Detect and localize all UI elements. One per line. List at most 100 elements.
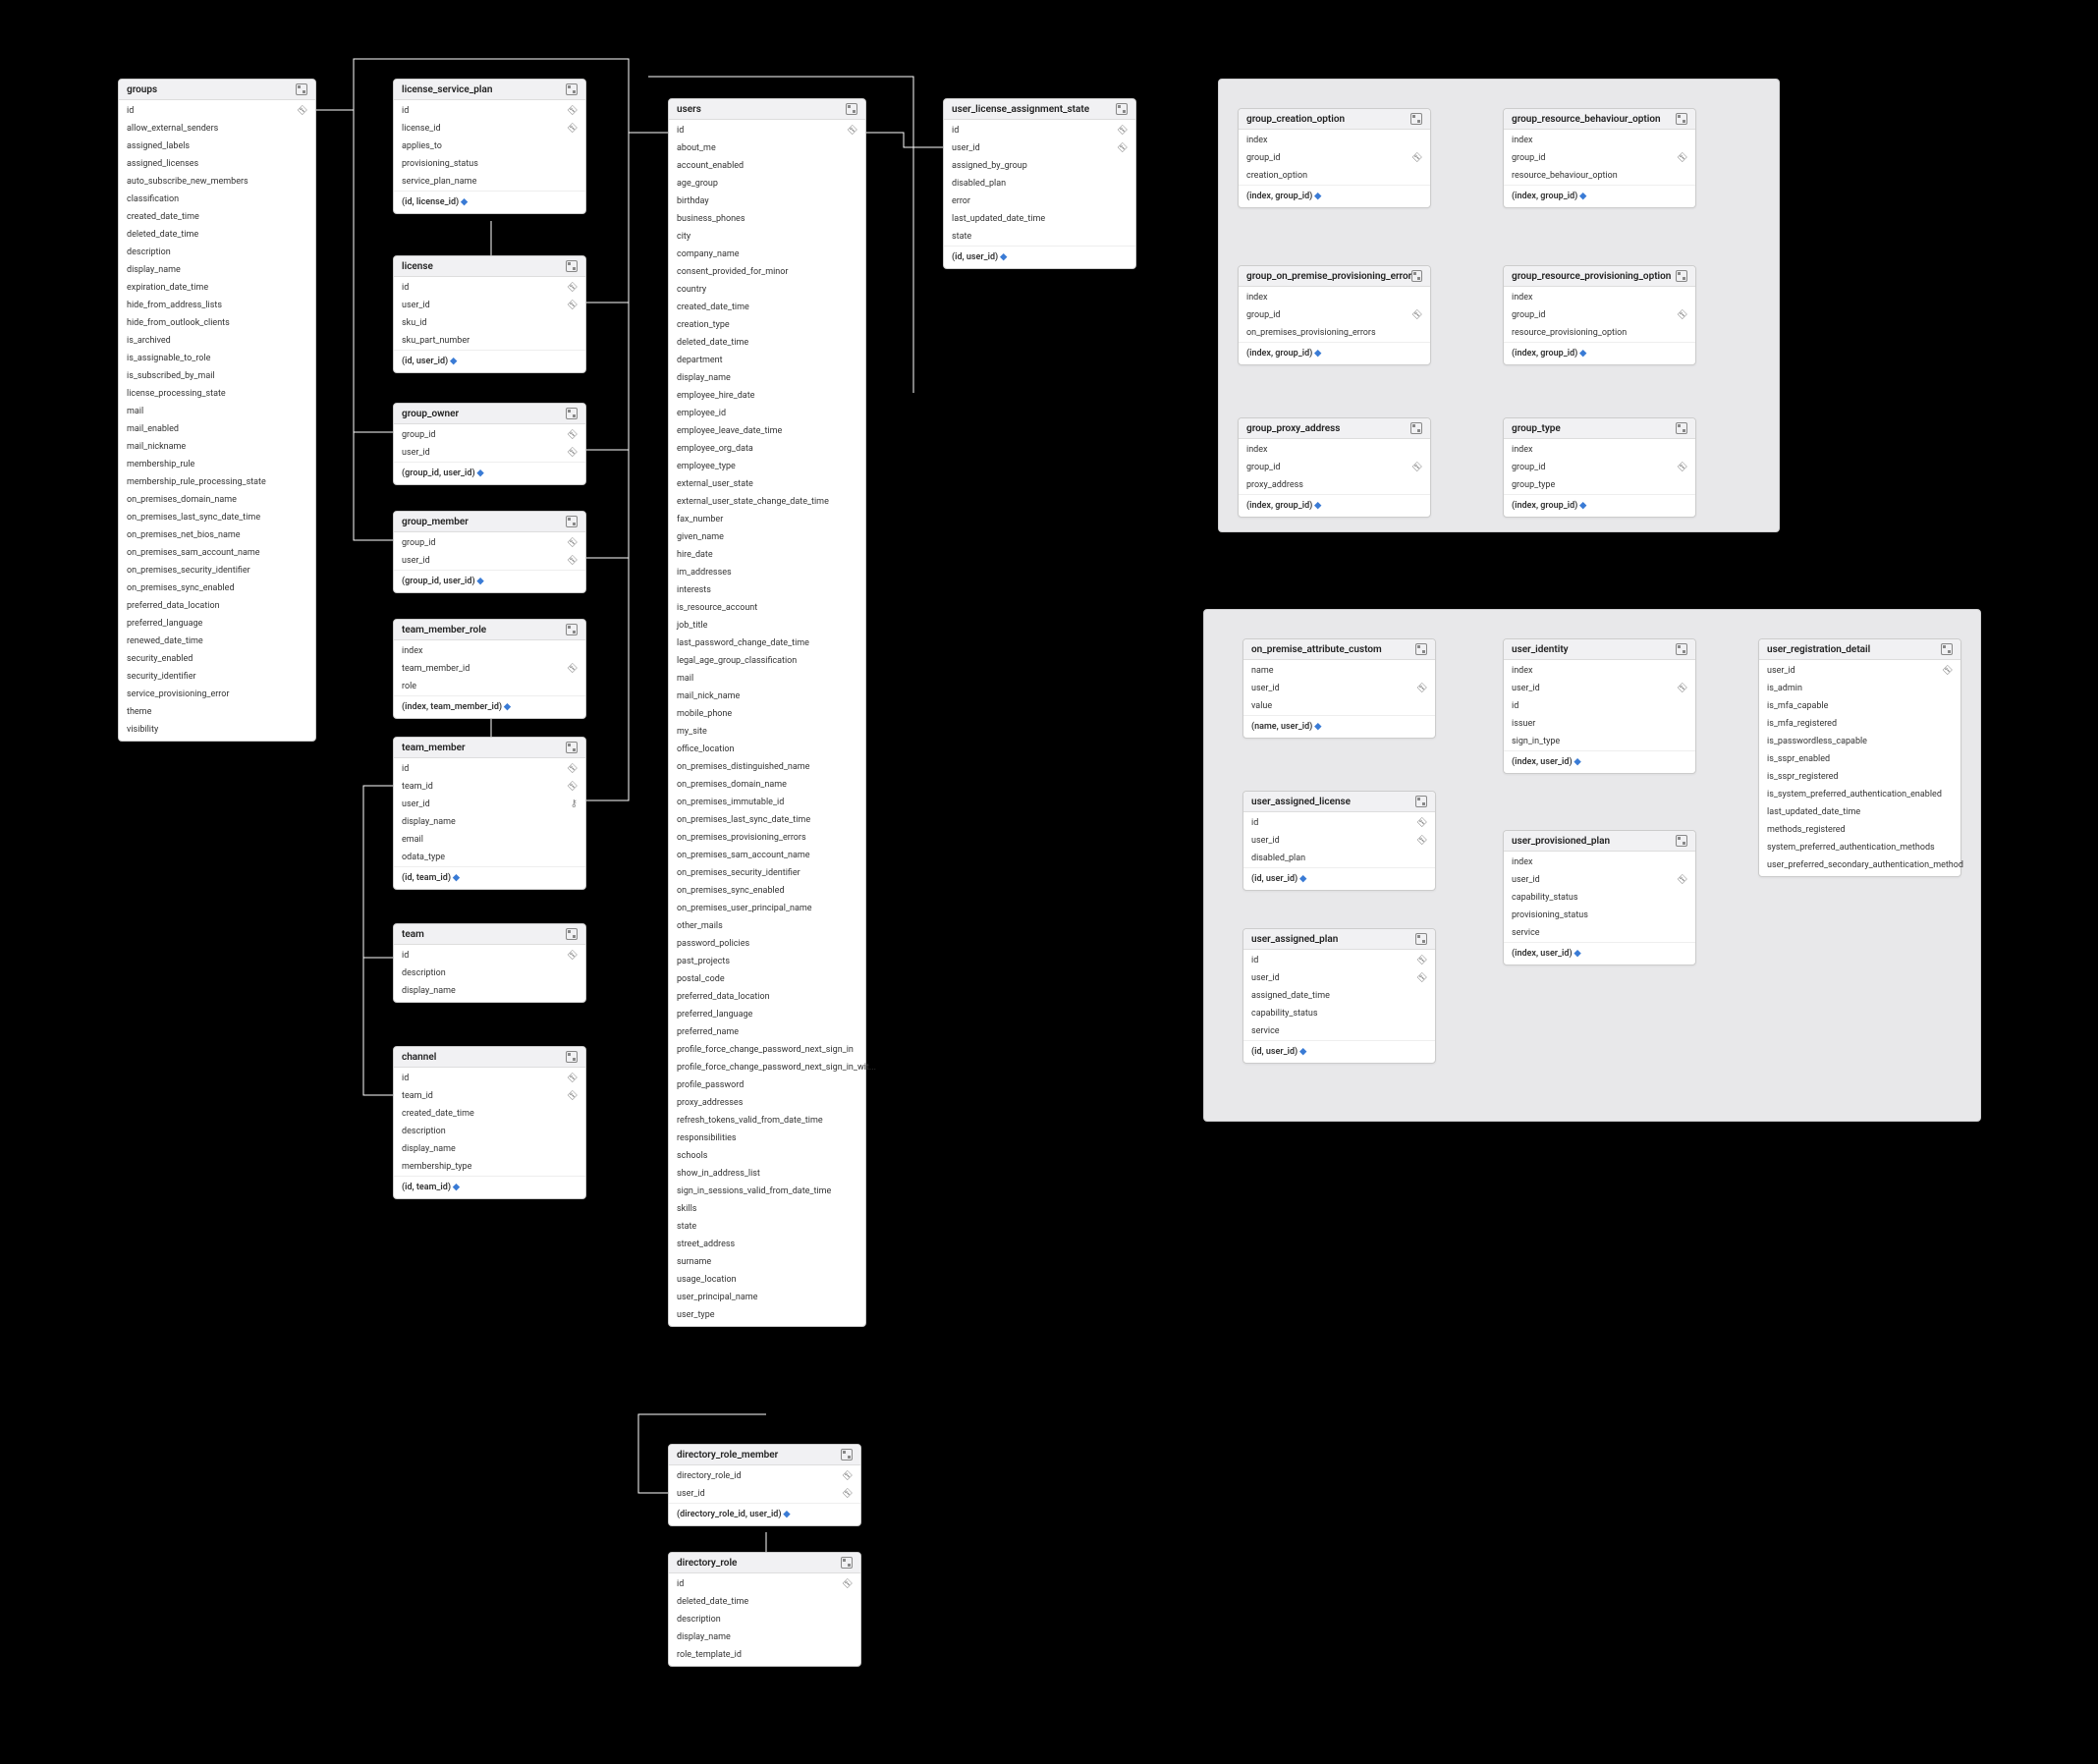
field-row[interactable]: index <box>394 642 585 660</box>
field-row[interactable]: legal_age_group_classification <box>669 652 865 670</box>
entity-header[interactable]: on_premise_attribute_custom <box>1243 639 1435 660</box>
field-row[interactable]: user_id⚿ <box>394 444 585 462</box>
entity-header[interactable]: team <box>394 924 585 945</box>
field-row[interactable]: my_site <box>669 723 865 741</box>
field-row[interactable]: preferred_language <box>669 1006 865 1023</box>
field-row[interactable]: on_premises_sam_account_name <box>119 544 315 562</box>
field-row[interactable]: on_premises_provisioning_errors <box>1239 324 1430 342</box>
field-row[interactable]: id⚿ <box>394 102 585 120</box>
entity-team_member_role[interactable]: team_member_roleindexteam_member_id⚿role… <box>393 619 586 719</box>
field-row[interactable]: group_id⚿ <box>1504 149 1695 167</box>
entity-groups[interactable]: groupsid⚿allow_external_sendersassigned_… <box>118 79 316 742</box>
entity-license_service_plan[interactable]: license_service_planid⚿license_id⚿applie… <box>393 79 586 214</box>
field-row[interactable]: membership_type <box>394 1158 585 1176</box>
field-row[interactable]: on_premises_security_identifier <box>119 562 315 579</box>
entity-group_member[interactable]: group_membergroup_id⚿user_id⚿(group_id, … <box>393 511 586 593</box>
field-row[interactable]: description <box>394 965 585 982</box>
field-row[interactable]: user_type <box>669 1306 865 1324</box>
field-row[interactable]: account_enabled <box>669 157 865 175</box>
field-row[interactable]: index <box>1504 132 1695 149</box>
field-row[interactable]: birthday <box>669 193 865 210</box>
field-row[interactable]: membership_rule <box>119 456 315 473</box>
field-row[interactable]: password_policies <box>669 935 865 953</box>
entity-header[interactable]: directory_role_member <box>669 1445 860 1465</box>
field-row[interactable]: created_date_time <box>669 299 865 316</box>
field-row[interactable]: on_premises_domain_name <box>119 491 315 509</box>
field-row[interactable]: refresh_tokens_valid_from_date_time <box>669 1112 865 1130</box>
field-row[interactable]: preferred_data_location <box>119 597 315 615</box>
entity-header[interactable]: user_provisioned_plan <box>1504 831 1695 852</box>
field-row[interactable]: service <box>1243 1022 1435 1040</box>
field-row[interactable]: on_premises_user_principal_name <box>669 900 865 917</box>
field-row[interactable]: license_processing_state <box>119 385 315 403</box>
field-row[interactable]: on_premises_sync_enabled <box>669 882 865 900</box>
field-row[interactable]: provisioning_status <box>394 155 585 173</box>
field-row[interactable]: visibility <box>119 721 315 739</box>
field-row[interactable]: group_id⚿ <box>1239 306 1430 324</box>
field-row[interactable]: id⚿ <box>1243 814 1435 832</box>
diagram-canvas[interactable]: groupsid⚿allow_external_sendersassigned_… <box>0 0 2098 1764</box>
field-row[interactable]: security_identifier <box>119 668 315 686</box>
field-row[interactable]: profile_force_change_password_next_sign_… <box>669 1059 865 1076</box>
field-row[interactable]: hide_from_address_lists <box>119 297 315 314</box>
field-row[interactable]: user_id⚿ <box>394 297 585 314</box>
field-row[interactable]: profile_password <box>669 1076 865 1094</box>
field-row[interactable]: employee_hire_date <box>669 387 865 405</box>
entity-user_registration_detail[interactable]: user_registration_detailuser_id⚿is_admin… <box>1758 638 1961 877</box>
field-row[interactable]: system_preferred_authentication_methods <box>1759 839 1960 856</box>
field-row[interactable]: mail <box>119 403 315 420</box>
field-row[interactable]: age_group <box>669 175 865 193</box>
entity-team_member[interactable]: team_memberid⚿team_id⚿user_id⚷display_na… <box>393 737 586 890</box>
field-row[interactable]: on_premises_net_bios_name <box>119 526 315 544</box>
field-row[interactable]: mail_nick_name <box>669 688 865 705</box>
field-row[interactable]: resource_provisioning_option <box>1504 324 1695 342</box>
field-row[interactable]: is_sspr_registered <box>1759 768 1960 786</box>
field-row[interactable]: user_id⚿ <box>944 139 1135 157</box>
field-row[interactable]: odata_type <box>394 849 585 866</box>
entity-header[interactable]: license_service_plan <box>394 80 585 100</box>
field-row[interactable]: auto_subscribe_new_members <box>119 173 315 191</box>
field-row[interactable]: last_updated_date_time <box>1759 803 1960 821</box>
field-row[interactable]: is_mfa_capable <box>1759 697 1960 715</box>
field-row[interactable]: index <box>1504 441 1695 459</box>
entity-header[interactable]: user_assigned_license <box>1243 792 1435 812</box>
field-row[interactable]: user_preferred_secondary_authentication_… <box>1759 856 1960 874</box>
field-row[interactable]: on_premises_sam_account_name <box>669 847 865 864</box>
entity-group_resource_provisioning_option[interactable]: group_resource_provisioning_optionindexg… <box>1503 265 1696 365</box>
field-row[interactable]: surname <box>669 1253 865 1271</box>
field-row[interactable]: disabled_plan <box>1243 850 1435 867</box>
field-row[interactable]: sign_in_type <box>1504 733 1695 750</box>
field-row[interactable]: sku_id <box>394 314 585 332</box>
field-row[interactable]: im_addresses <box>669 564 865 581</box>
field-row[interactable]: index <box>1239 289 1430 306</box>
entity-user_identity[interactable]: user_identityindexuser_id⚿idissuersign_i… <box>1503 638 1696 774</box>
field-row[interactable]: is_assignable_to_role <box>119 350 315 367</box>
field-row[interactable]: id⚿ <box>394 1070 585 1087</box>
entity-header[interactable]: group_type <box>1504 418 1695 439</box>
field-row[interactable]: team_id⚿ <box>394 1087 585 1105</box>
field-row[interactable]: responsibilities <box>669 1130 865 1147</box>
field-row[interactable]: disabled_plan <box>944 175 1135 193</box>
field-row[interactable]: assigned_labels <box>119 138 315 155</box>
entity-on_premise_attribute_custom[interactable]: on_premise_attribute_customnameuser_id⚿v… <box>1242 638 1436 739</box>
field-row[interactable]: user_id⚿ <box>669 1485 860 1503</box>
field-row[interactable]: country <box>669 281 865 299</box>
field-row[interactable]: group_type <box>1504 476 1695 494</box>
field-row[interactable]: display_name <box>119 261 315 279</box>
field-row[interactable]: user_id⚿ <box>1504 871 1695 889</box>
field-row[interactable]: expiration_date_time <box>119 279 315 297</box>
field-row[interactable]: deleted_date_time <box>669 334 865 352</box>
field-row[interactable]: state <box>944 228 1135 246</box>
field-row[interactable]: external_user_state_change_date_time <box>669 493 865 511</box>
field-row[interactable]: security_enabled <box>119 650 315 668</box>
entity-header[interactable]: users <box>669 99 865 120</box>
field-row[interactable]: id⚿ <box>119 102 315 120</box>
entity-header[interactable]: group_resource_behaviour_option <box>1504 109 1695 130</box>
field-row[interactable]: given_name <box>669 528 865 546</box>
field-row[interactable]: is_subscribed_by_mail <box>119 367 315 385</box>
field-row[interactable]: group_id⚿ <box>394 426 585 444</box>
field-row[interactable]: capability_status <box>1504 889 1695 907</box>
field-row[interactable]: user_id⚿ <box>1759 662 1960 680</box>
entity-group_creation_option[interactable]: group_creation_optionindexgroup_id⚿creat… <box>1238 108 1431 208</box>
field-row[interactable]: employee_type <box>669 458 865 475</box>
